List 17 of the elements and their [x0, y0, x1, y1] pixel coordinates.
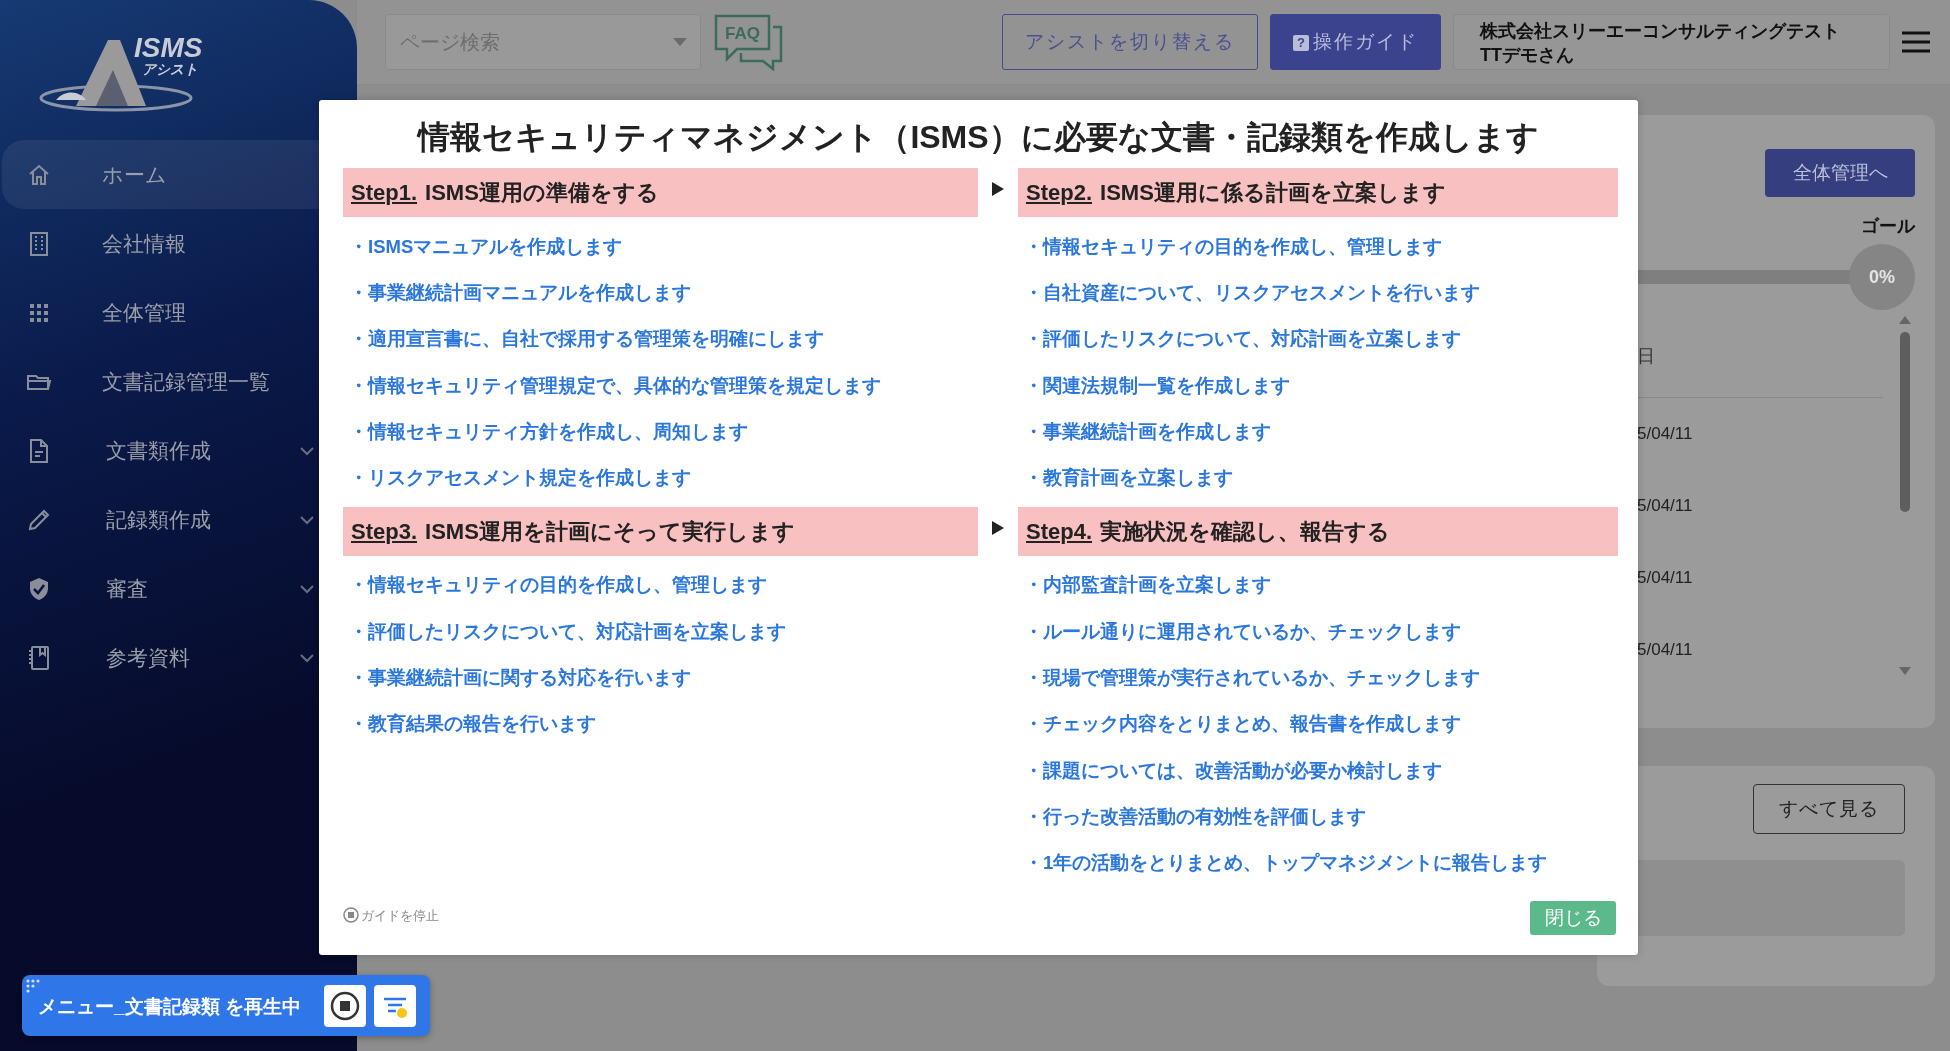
step-heading: Step2. ISMS運用に係る計画を立案します: [1018, 168, 1618, 218]
playback-status: メニュー_文書記録類 を再生中: [38, 995, 302, 1020]
goal-label: ゴール: [1861, 215, 1915, 238]
step-heading: Step3. ISMS運用を計画にそって実行します: [343, 507, 978, 557]
date-cell-text: 5/04/11: [1637, 567, 1694, 590]
date-cell-text: 5/04/11: [1637, 495, 1694, 518]
percent-circle: 0%: [1849, 244, 1915, 310]
dialog-title: 情報セキュリティマネジメント（ISMS）に必要な文書・記録類を作成します: [416, 118, 1540, 157]
company-name: 株式会社スリーエーコンサルティングテスト: [1480, 20, 1841, 43]
step-heading: Step4. 実施状況を確認し、報告する: [1018, 507, 1618, 557]
date-cell-text: 5/04/11: [1637, 423, 1694, 446]
logo-subtitle: アシスト: [142, 62, 199, 76]
user-name: TTデモさん: [1480, 44, 1575, 67]
step-heading: Step1. ISMS運用の準備をする: [343, 168, 978, 218]
help-icon: ?: [1293, 34, 1309, 51]
logo-text: ISMS: [134, 34, 203, 62]
date-cell-text: 5/04/11: [1637, 639, 1694, 662]
